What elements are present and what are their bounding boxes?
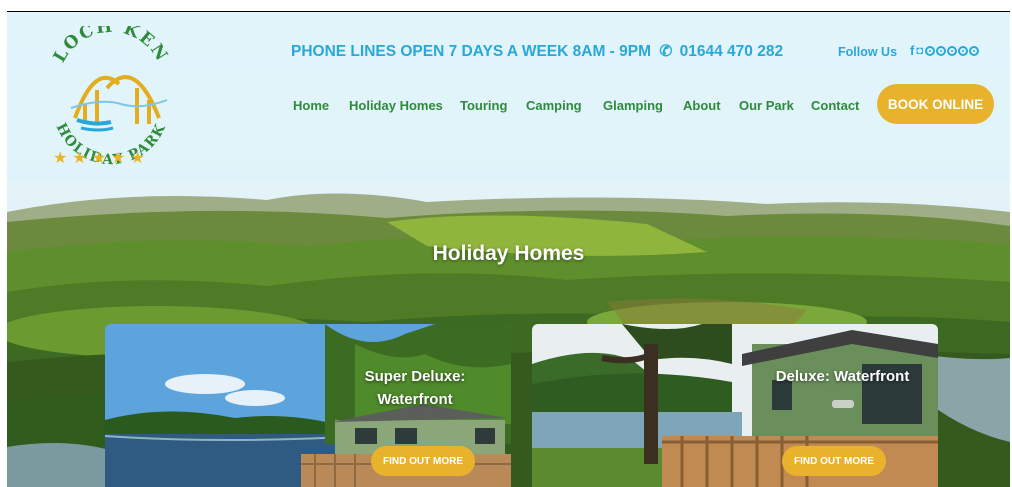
find-out-more-button[interactable]: FIND OUT MORE: [782, 446, 886, 476]
phone-banner: PHONE LINES OPEN 7 DAYS A WEEK 8AM - 9PM…: [291, 42, 783, 61]
svg-text:LOCH KEN: LOCH KEN: [50, 26, 172, 66]
social-links: f ◘: [910, 43, 979, 58]
instagram-icon[interactable]: ◘: [916, 45, 923, 57]
site-header: LOCH KEN HOLIDAY PARK ★★★★★ PHONE LINES …: [7, 12, 1010, 202]
nav-about[interactable]: About: [683, 98, 739, 113]
phone-hours: PHONE LINES OPEN 7 DAYS A WEEK 8AM - 9PM: [291, 43, 652, 60]
nav-home[interactable]: Home: [293, 98, 349, 113]
bridge-icon: [73, 75, 161, 124]
nav-our-park[interactable]: Our Park: [739, 98, 811, 113]
nav-touring[interactable]: Touring: [460, 98, 526, 113]
nav-glamping[interactable]: Glamping: [603, 98, 683, 113]
card-title: Deluxe: Waterfront: [775, 368, 910, 385]
hero-title: Holiday Homes: [432, 242, 585, 265]
phone-number-link[interactable]: 01644 470 282: [680, 43, 783, 60]
holiday-home-card[interactable]: Deluxe: Waterfront FIND OUT MORE: [532, 324, 938, 487]
follow-us-label: Follow Us: [838, 45, 898, 59]
rating-stars: ★★★★★: [53, 148, 150, 167]
book-online-button[interactable]: BOOK ONLINE: [877, 84, 994, 124]
main-nav: Home Holiday Homes Touring Camping Glamp…: [293, 98, 871, 113]
nav-camping[interactable]: Camping: [526, 98, 603, 113]
holiday-home-card[interactable]: Super Deluxe: Waterfront FIND OUT MORE: [105, 324, 511, 487]
card-title: Super Deluxe: Waterfront: [364, 368, 466, 408]
find-out-more-button[interactable]: FIND OUT MORE: [371, 446, 475, 476]
nav-contact[interactable]: Contact: [811, 98, 871, 113]
tripadvisor-icon[interactable]: [925, 45, 979, 56]
nav-holiday-homes[interactable]: Holiday Homes: [349, 98, 460, 113]
page-frame: LOCH KEN HOLIDAY PARK ★★★★★ PHONE LINES …: [7, 12, 1010, 487]
phone-icon: ✆: [659, 43, 673, 60]
loch-ken-logo[interactable]: LOCH KEN HOLIDAY PARK: [41, 26, 181, 166]
facebook-icon[interactable]: f: [910, 43, 914, 58]
